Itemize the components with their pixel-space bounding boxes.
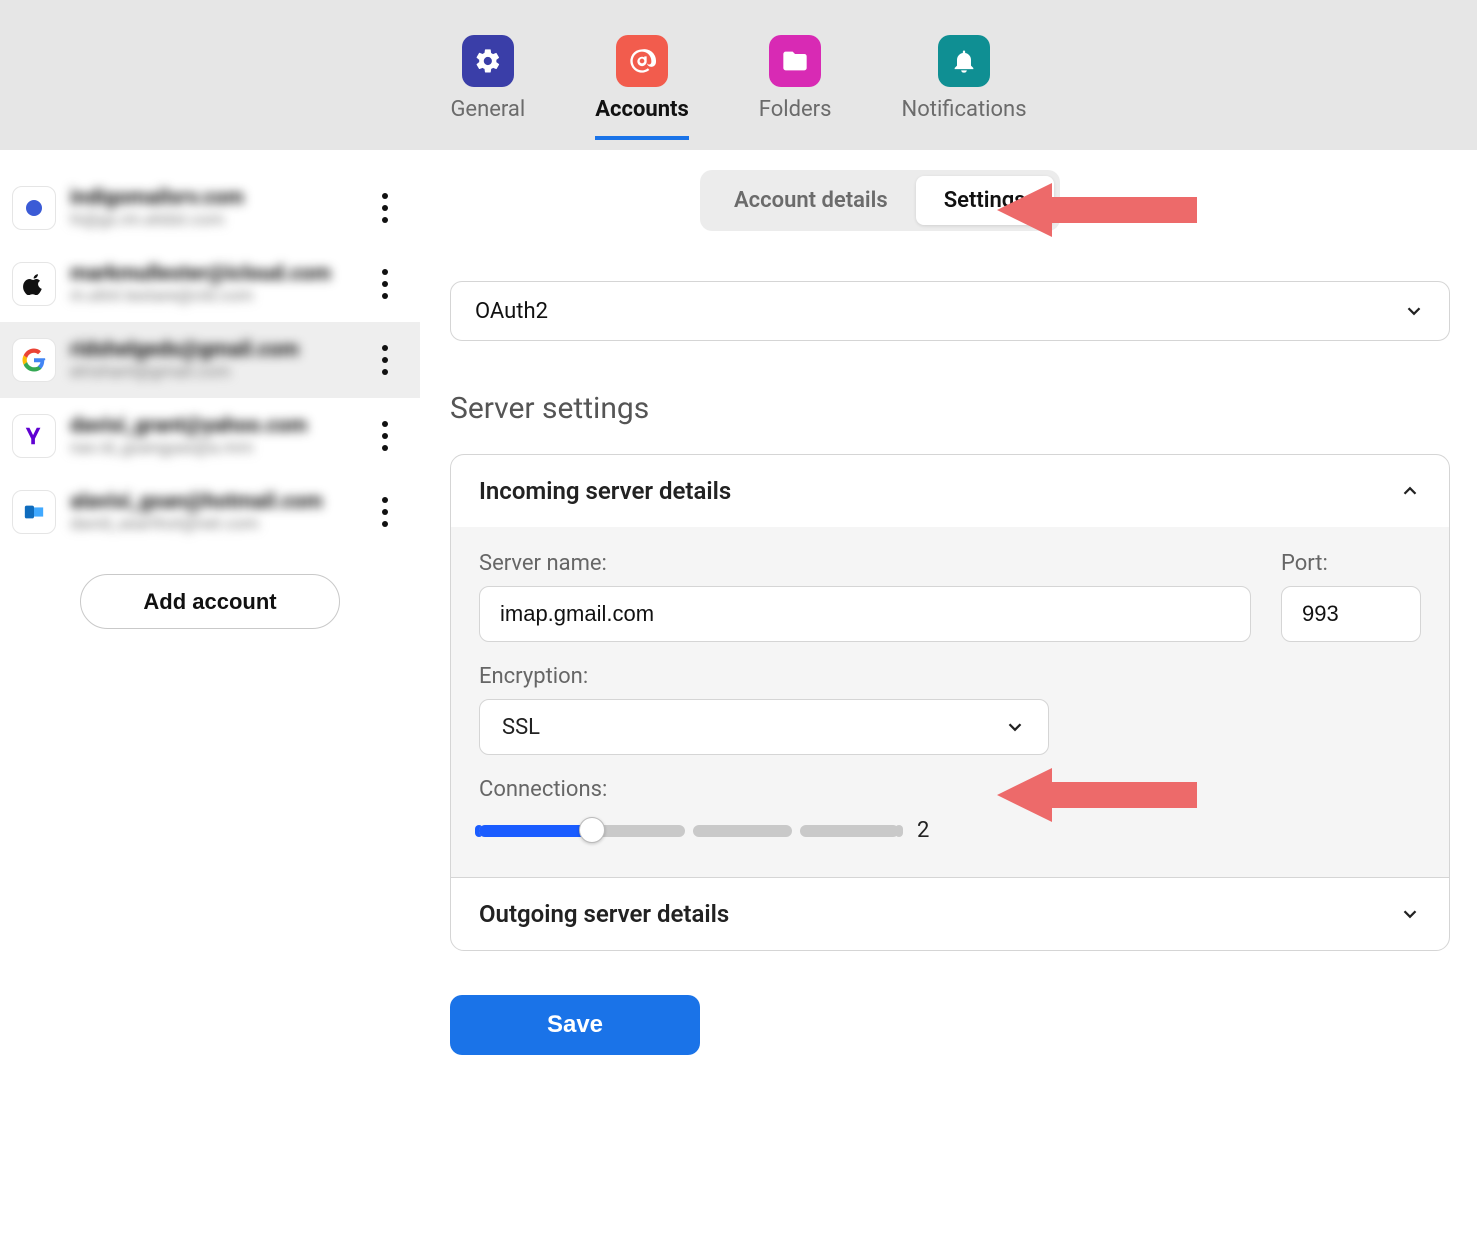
account-sub: hi@gs.im.elidst.com [70, 210, 356, 230]
settings-panel: Account details Settings OAuth2 Server s… [420, 150, 1477, 1243]
chevron-down-icon [1004, 716, 1026, 738]
kebab-icon[interactable] [370, 488, 400, 536]
encryption-select[interactable]: SSL [479, 699, 1049, 755]
folder-icon [769, 35, 821, 87]
kebab-icon[interactable] [370, 184, 400, 232]
preferences-tabbar: General Accounts Folders Notifications [0, 0, 1477, 150]
tab-label: Accounts [595, 97, 689, 122]
server-settings-title: Server settings [450, 391, 1477, 426]
google-icon [12, 338, 56, 382]
connections-label: Connections: [479, 777, 1421, 802]
auth-method-select[interactable]: OAuth2 [450, 281, 1450, 341]
annotation-arrow-icon [997, 760, 1197, 830]
tab-label: Folders [759, 97, 832, 122]
tab-general[interactable]: General [450, 35, 525, 140]
account-sub: david_searthot@net.com [70, 514, 356, 534]
connections-slider[interactable] [479, 823, 899, 839]
account-sub: m.elinl.testare@cld.com [70, 286, 356, 306]
apple-icon [12, 262, 56, 306]
gear-icon [462, 35, 514, 87]
tab-label: General [450, 97, 525, 122]
add-account-button[interactable]: Add account [80, 574, 340, 629]
annotation-arrow-icon [997, 175, 1197, 245]
server-name-label: Server name: [479, 551, 1251, 576]
server-settings-card: Incoming server details Server name: Por… [450, 454, 1450, 951]
encryption-label: Encryption: [479, 664, 1421, 689]
yahoo-icon [12, 414, 56, 458]
accounts-sidebar: indigomailsrv.com hi@gs.im.elidst.com ma… [0, 150, 420, 1243]
account-sub: elrishant@gmail.com [70, 362, 356, 382]
tab-folders[interactable]: Folders [759, 35, 832, 140]
incoming-server-header[interactable]: Incoming server details [451, 455, 1449, 527]
account-name: alavisi_gsan@hotmail.com [70, 490, 356, 514]
account-name: indigomailsrv.com [70, 186, 356, 210]
segment-account-details[interactable]: Account details [706, 176, 916, 225]
account-item[interactable]: markmullester@icloud.com m.elinl.testare… [0, 246, 420, 322]
account-name: ridshelgeds@gmail.com [70, 338, 356, 362]
account-sub: nav.id_gsangyas@a.mrn [70, 438, 356, 458]
save-button[interactable]: Save [450, 995, 700, 1055]
account-name: markmullester@icloud.com [70, 262, 356, 286]
provider-icon [12, 186, 56, 230]
tab-notifications[interactable]: Notifications [902, 35, 1027, 140]
chevron-down-icon [1403, 300, 1425, 322]
chevron-up-icon [1399, 480, 1421, 502]
auth-method-value: OAuth2 [475, 299, 548, 324]
kebab-icon[interactable] [370, 260, 400, 308]
outgoing-header-label: Outgoing server details [479, 900, 729, 928]
server-name-input[interactable] [479, 586, 1251, 642]
encryption-value: SSL [502, 715, 540, 740]
port-input[interactable] [1281, 586, 1421, 642]
tab-label: Notifications [902, 97, 1027, 122]
outgoing-server-header[interactable]: Outgoing server details [451, 878, 1449, 950]
port-label: Port: [1281, 551, 1421, 576]
account-name: davisi_grant@yahoo.com [70, 414, 356, 438]
chevron-down-icon [1399, 903, 1421, 925]
incoming-header-label: Incoming server details [479, 477, 731, 505]
bell-icon [938, 35, 990, 87]
connections-value: 2 [917, 818, 929, 843]
outlook-icon [12, 490, 56, 534]
account-item[interactable]: ridshelgeds@gmail.com elrishant@gmail.co… [0, 322, 420, 398]
tab-accounts[interactable]: Accounts [595, 35, 689, 140]
incoming-server-body: Server name: Port: Encryption: SSL [451, 527, 1449, 877]
kebab-icon[interactable] [370, 412, 400, 460]
at-sign-icon [616, 35, 668, 87]
kebab-icon[interactable] [370, 336, 400, 384]
account-item[interactable]: alavisi_gsan@hotmail.com david_searthot@… [0, 474, 420, 550]
account-item[interactable]: indigomailsrv.com hi@gs.im.elidst.com [0, 170, 420, 246]
account-item[interactable]: davisi_grant@yahoo.com nav.id_gsangyas@a… [0, 398, 420, 474]
